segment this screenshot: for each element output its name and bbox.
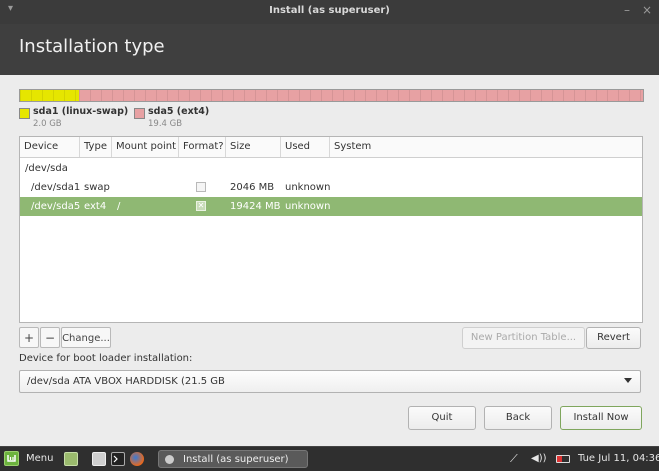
battery-level <box>557 456 562 462</box>
table-header: Device Type Mount point Format? Size Use… <box>20 137 642 158</box>
column-format[interactable]: Format? <box>179 137 226 157</box>
new-partition-table-button[interactable]: New Partition Table... <box>462 327 585 349</box>
terminal-icon[interactable] <box>111 452 125 466</box>
taskbar: Menu Install (as superuser) ⟋ ◀)) Tue Ju… <box>0 446 659 471</box>
device-cell: /dev/sda5 <box>31 201 81 212</box>
table-row-disk[interactable]: /dev/sda <box>20 159 642 178</box>
mint-logo-icon[interactable] <box>4 451 19 466</box>
page-title: Installation type <box>19 36 165 57</box>
show-desktop-icon[interactable] <box>64 452 78 466</box>
partition-table[interactable]: Device Type Mount point Format? Size Use… <box>19 136 643 323</box>
type-cell: swap <box>84 182 110 193</box>
network-icon[interactable]: ⟋ <box>510 447 518 471</box>
size-cell: 2046 MB <box>230 182 275 193</box>
page-header: Installation type <box>0 24 659 75</box>
legend-label: sda5 (ext4) <box>148 106 210 117</box>
column-used[interactable]: Used <box>281 137 330 157</box>
change-partition-button[interactable]: Change... <box>61 327 111 348</box>
chevron-down-icon <box>624 378 632 383</box>
legend-label: sda1 (linux-swap) <box>33 106 129 117</box>
clock[interactable]: Tue Jul 11, 04:36 <box>578 447 659 471</box>
boot-loader-label: Device for boot loader installation: <box>19 353 193 364</box>
install-now-button[interactable]: Install Now <box>560 406 642 430</box>
column-mount-point[interactable]: Mount point <box>112 137 179 157</box>
boot-loader-value: /dev/sda ATA VBOX HARDDISK (21.5 GB <box>27 376 225 387</box>
format-checkbox[interactable] <box>196 182 206 192</box>
window-title: Install (as superuser) <box>269 5 390 16</box>
used-cell: unknown <box>285 201 331 212</box>
revert-button[interactable]: Revert <box>586 327 641 349</box>
table-row-selected[interactable]: /dev/sda5 ext4 / ✕ 19424 MB unknown <box>20 197 642 216</box>
partition-segment-sda5 <box>79 90 643 101</box>
firefox-icon[interactable] <box>130 452 144 466</box>
add-partition-button[interactable]: + <box>19 327 39 348</box>
battery-icon[interactable] <box>556 455 570 463</box>
boot-loader-select[interactable]: /dev/sda ATA VBOX HARDDISK (21.5 GB <box>19 370 641 393</box>
files-icon[interactable] <box>92 452 106 466</box>
task-label: Install (as superuser) <box>183 454 289 465</box>
format-checkbox[interactable]: ✕ <box>196 201 206 211</box>
size-cell: 19424 MB <box>230 201 281 212</box>
remove-partition-button[interactable]: − <box>40 327 60 348</box>
mount-cell: / <box>117 201 121 212</box>
partition-segment-sda1 <box>20 90 80 101</box>
minimize-button[interactable]: – <box>624 3 630 17</box>
volume-icon[interactable]: ◀)) <box>531 447 547 471</box>
app-icon <box>165 455 174 464</box>
table-row[interactable]: /dev/sda1 swap 2046 MB unknown <box>20 178 642 197</box>
used-cell: unknown <box>285 182 331 193</box>
column-type[interactable]: Type <box>80 137 112 157</box>
quit-button[interactable]: Quit <box>408 406 476 430</box>
device-cell: /dev/sda <box>25 163 68 174</box>
column-device[interactable]: Device <box>20 137 80 157</box>
legend-size: 19.4 GB <box>148 119 183 129</box>
ext4-color-swatch <box>134 108 145 119</box>
taskbar-window-install[interactable]: Install (as superuser) <box>158 450 308 468</box>
device-cell: /dev/sda1 <box>31 182 81 193</box>
column-system[interactable]: System <box>330 137 642 157</box>
swap-color-swatch <box>19 108 30 119</box>
type-cell: ext4 <box>84 201 107 212</box>
window-titlebar: ▾ Install (as superuser) – × <box>0 0 659 25</box>
column-size[interactable]: Size <box>226 137 281 157</box>
close-button[interactable]: × <box>642 3 652 17</box>
partition-bar <box>19 89 644 102</box>
back-button[interactable]: Back <box>484 406 552 430</box>
menu-button[interactable]: Menu <box>26 447 53 471</box>
legend-size: 2.0 GB <box>33 119 62 129</box>
